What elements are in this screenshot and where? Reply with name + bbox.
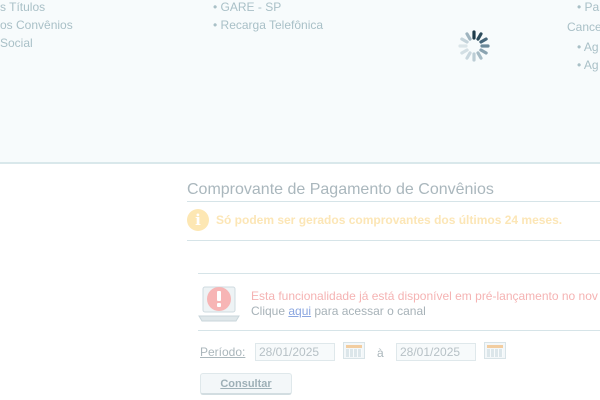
- page-title: Comprovante de Pagamento de Convênios: [187, 181, 494, 198]
- menu-link-recarga-telefonica[interactable]: • Recarga Telefônica: [213, 18, 323, 32]
- menu-link-pa[interactable]: • Pa: [577, 0, 599, 14]
- menu-heading-cance: Cance: [567, 20, 600, 34]
- loading-spinner-icon: [458, 30, 490, 62]
- alert-bottom-divider: [198, 330, 600, 331]
- alert-message: Esta funcionalidade já está disponível e…: [251, 289, 598, 303]
- date-separator: à: [377, 346, 384, 360]
- info-icon: i: [187, 209, 209, 231]
- end-date-calendar-icon[interactable]: [484, 342, 506, 359]
- consultar-button[interactable]: Consultar: [200, 373, 292, 395]
- alert-here-link[interactable]: aqui: [288, 304, 311, 318]
- alert-laptop-icon: [198, 286, 240, 322]
- menu-link-gare-sp[interactable]: • GARE - SP: [213, 0, 281, 14]
- period-label: Período:: [200, 345, 245, 359]
- start-date-input[interactable]: [255, 343, 335, 361]
- period-label-text: Período:: [200, 345, 246, 359]
- section-divider: [187, 240, 600, 241]
- start-date-calendar-icon[interactable]: [343, 342, 365, 359]
- title-divider: [187, 201, 600, 202]
- menu-link-titulos[interactable]: s Títulos: [0, 0, 45, 14]
- alert-suffix: para acessar o canal: [311, 304, 426, 318]
- alert-prefix: Clique: [251, 304, 289, 318]
- alert-instruction: Clique aqui para acessar o canal: [251, 304, 426, 318]
- info-message: Só podem ser gerados comprovantes dos úl…: [216, 213, 563, 227]
- menu-link-convenios[interactable]: os Convênios: [0, 18, 73, 32]
- menu-link-ag-1[interactable]: • Ag: [577, 40, 599, 54]
- end-date-input[interactable]: [396, 343, 476, 361]
- alert-top-divider: [198, 273, 600, 274]
- top-menu-panel: s Títulos os Convênios Social • GARE - S…: [0, 0, 600, 164]
- menu-link-ag-2[interactable]: • Ag: [577, 58, 599, 72]
- menu-link-social[interactable]: Social: [0, 36, 33, 50]
